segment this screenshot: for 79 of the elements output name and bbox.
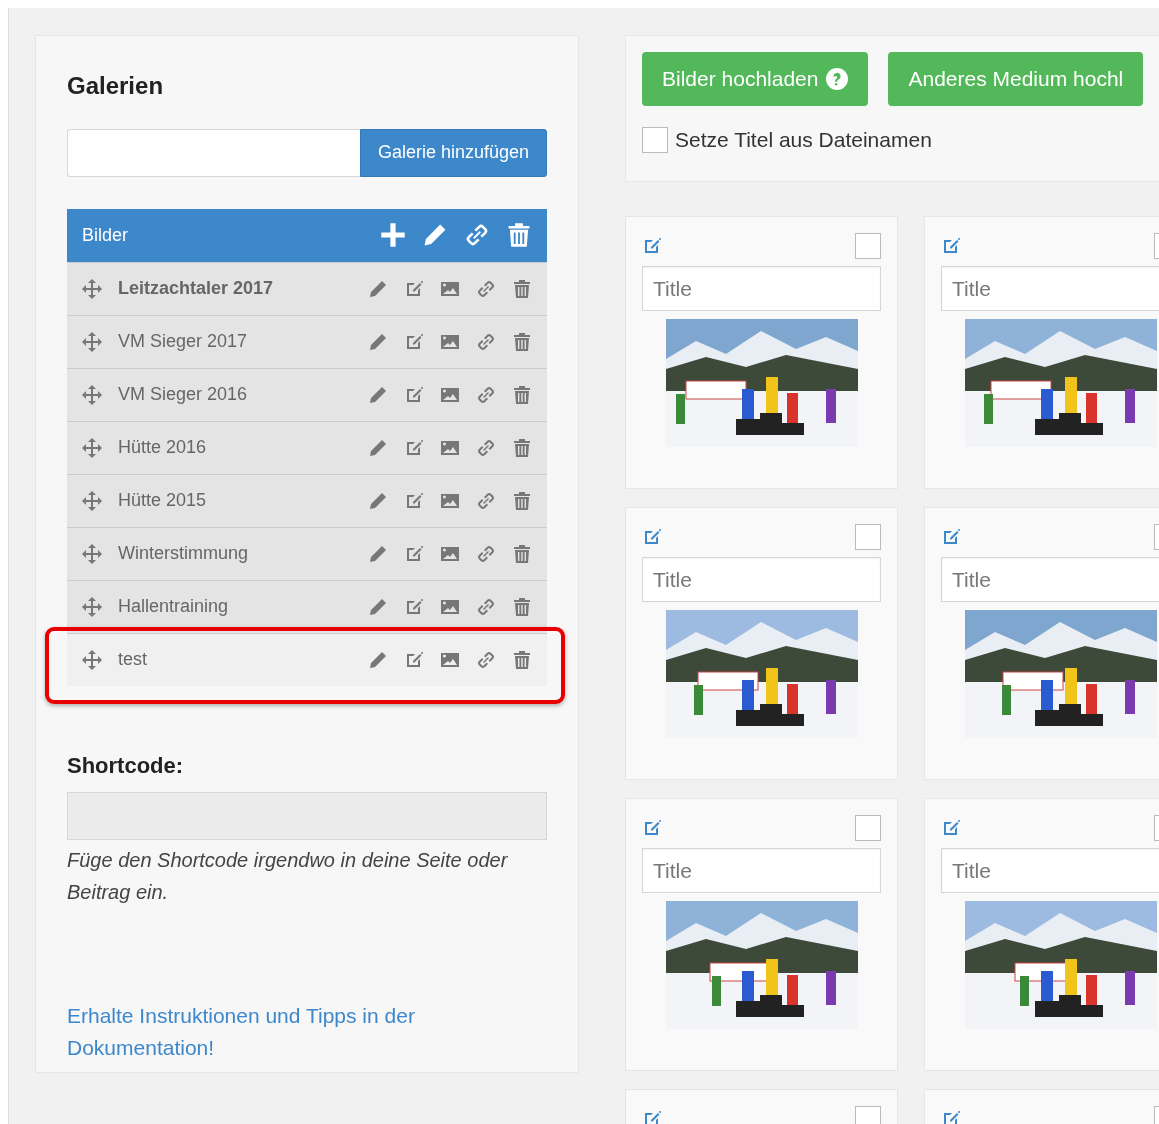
add-icon[interactable] xyxy=(380,222,406,249)
link-icon[interactable] xyxy=(476,649,496,670)
pencil-icon[interactable] xyxy=(368,596,388,617)
help-text: Füge den Shortcode irgendwo in deine Seite oder Beitrag ein. xyxy=(67,847,509,905)
shortcode-label: Shortcode: xyxy=(67,751,185,780)
link-icon[interactable] xyxy=(476,437,496,458)
gallery-list-item[interactable]: VM Sieger 2017 xyxy=(67,314,547,368)
move-icon[interactable] xyxy=(82,437,102,458)
edit-icon[interactable] xyxy=(642,1109,662,1124)
trash-icon[interactable] xyxy=(512,543,532,564)
title-field[interactable]: Title xyxy=(941,848,1159,893)
move-icon[interactable] xyxy=(82,543,102,564)
title-field[interactable]: Title xyxy=(941,557,1159,602)
trash-icon[interactable] xyxy=(506,222,532,249)
pencil-icon[interactable] xyxy=(368,543,388,564)
link-icon[interactable] xyxy=(476,278,496,299)
checkbox[interactable] xyxy=(855,815,881,841)
checkbox[interactable] xyxy=(855,524,881,550)
edit-icon[interactable] xyxy=(941,818,961,838)
link-icon[interactable] xyxy=(476,384,496,405)
pencil-icon[interactable] xyxy=(368,649,388,670)
list-header-title: Bilder xyxy=(82,223,130,247)
upload-button[interactable]: Bilder hochladen xyxy=(642,52,869,106)
move-icon[interactable] xyxy=(82,490,102,511)
trash-icon[interactable] xyxy=(512,490,532,511)
pencil-icon[interactable] xyxy=(368,278,388,299)
pencil-icon[interactable] xyxy=(368,437,388,458)
checkbox-label: Setze Titel aus Dateinamen xyxy=(675,127,932,153)
edit-icon[interactable] xyxy=(404,649,424,670)
move-icon[interactable] xyxy=(82,649,102,670)
title-field[interactable]: Title xyxy=(642,557,881,602)
shortcode-field[interactable] xyxy=(67,791,547,840)
edit-icon[interactable] xyxy=(642,527,662,547)
help-icon[interactable] xyxy=(826,68,849,90)
edit-icon[interactable] xyxy=(404,278,424,299)
pencil-icon[interactable] xyxy=(368,384,388,405)
title-field[interactable]: Title xyxy=(642,266,881,311)
gallery-list-item[interactable]: Winterstimmung xyxy=(67,526,547,580)
documentation-link[interactable]: Erhalte Instruktionen und Tipps in der Dokumentation! xyxy=(67,999,547,1064)
edit-icon[interactable] xyxy=(404,490,424,511)
move-icon[interactable] xyxy=(82,331,102,352)
title-field[interactable]: Title xyxy=(642,848,881,893)
trash-icon[interactable] xyxy=(512,384,532,405)
move-icon[interactable] xyxy=(82,384,102,405)
add-gallery-button[interactable]: Galerie hinzufügen xyxy=(359,128,547,177)
edit-icon[interactable] xyxy=(941,527,961,547)
trash-icon[interactable] xyxy=(512,278,532,299)
pencil-icon[interactable] xyxy=(368,331,388,352)
panel-title: Galerien xyxy=(67,72,165,101)
gallery-name-field[interactable] xyxy=(67,128,360,177)
gallery-list-item[interactable]: Leitzachtaler 2017 xyxy=(67,261,547,315)
pencil-icon[interactable] xyxy=(368,490,388,511)
move-icon[interactable] xyxy=(82,278,102,299)
trash-icon[interactable] xyxy=(512,596,532,617)
trash-icon[interactable] xyxy=(512,649,532,670)
checkbox[interactable] xyxy=(855,233,881,259)
gallery-list-item[interactable]: Hütte 2015 xyxy=(67,473,547,527)
link-icon[interactable] xyxy=(476,543,496,564)
checkbox[interactable] xyxy=(642,126,668,153)
edit-icon[interactable] xyxy=(941,1109,961,1124)
gallery-list-item[interactable]: Hütte 2016 xyxy=(67,420,547,474)
gallery-list-item[interactable]: test xyxy=(67,632,547,686)
link-icon[interactable] xyxy=(476,331,496,352)
trash-icon[interactable] xyxy=(512,437,532,458)
edit-icon[interactable] xyxy=(404,543,424,564)
link-icon[interactable] xyxy=(476,596,496,617)
link-icon[interactable] xyxy=(476,490,496,511)
gallery-list-item[interactable]: VM Sieger 2016 xyxy=(67,367,547,421)
edit-icon[interactable] xyxy=(941,236,961,256)
move-icon[interactable] xyxy=(82,596,102,617)
trash-icon[interactable] xyxy=(512,331,532,352)
edit-icon[interactable] xyxy=(404,384,424,405)
edit-icon[interactable] xyxy=(642,818,662,838)
title-field[interactable]: Title xyxy=(941,266,1159,311)
edit-icon[interactable] xyxy=(404,596,424,617)
upload-button[interactable]: Anderes Medium hochl xyxy=(888,52,1144,106)
edit-icon[interactable] xyxy=(642,236,662,256)
edit-icon[interactable] xyxy=(404,331,424,352)
edit-icon[interactable] xyxy=(404,437,424,458)
